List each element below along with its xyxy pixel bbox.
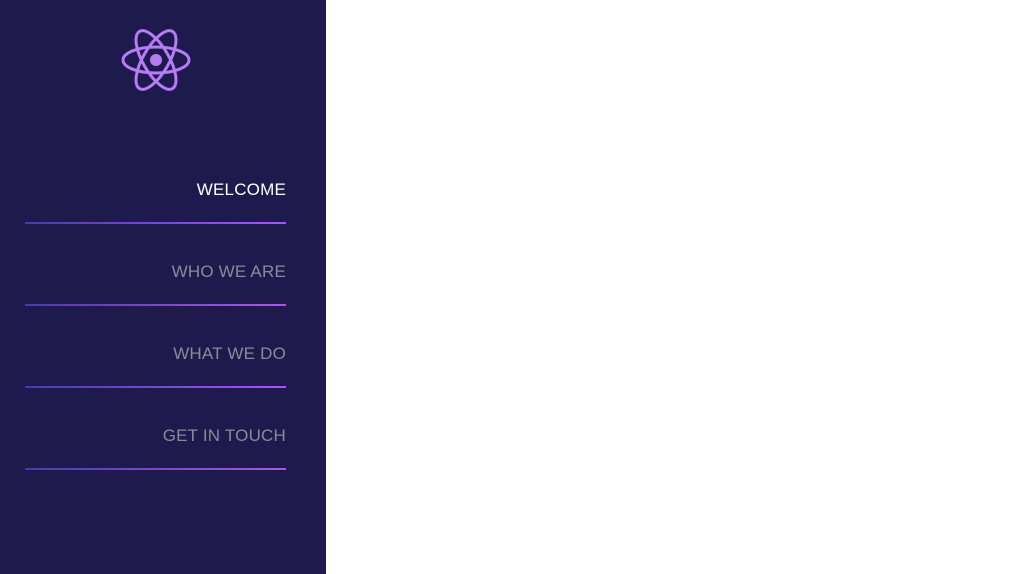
nav-item-label: GET IN TOUCH [162,426,286,445]
nav-item-welcome[interactable]: WELCOME [25,180,286,224]
nav-item-what-we-do[interactable]: WHAT WE DO [25,344,286,388]
nav-underline [25,386,286,388]
nav-underline [25,304,286,306]
main-nav: WELCOME WHO WE ARE WHAT WE DO GET IN TOU… [25,0,286,574]
app-window: WELCOME WHO WE ARE WHAT WE DO GET IN TOU… [0,0,1026,574]
nav-item-who-we-are[interactable]: WHO WE ARE [25,262,286,306]
nav-underline [25,468,286,470]
nav-item-label: WHAT WE DO [173,344,286,363]
main-content [326,0,1026,574]
nav-item-get-in-touch[interactable]: GET IN TOUCH [25,426,286,470]
nav-item-label: WELCOME [196,180,286,199]
nav-item-label: WHO WE ARE [171,262,286,281]
sidebar: WELCOME WHO WE ARE WHAT WE DO GET IN TOU… [0,0,326,574]
nav-underline [25,222,286,224]
